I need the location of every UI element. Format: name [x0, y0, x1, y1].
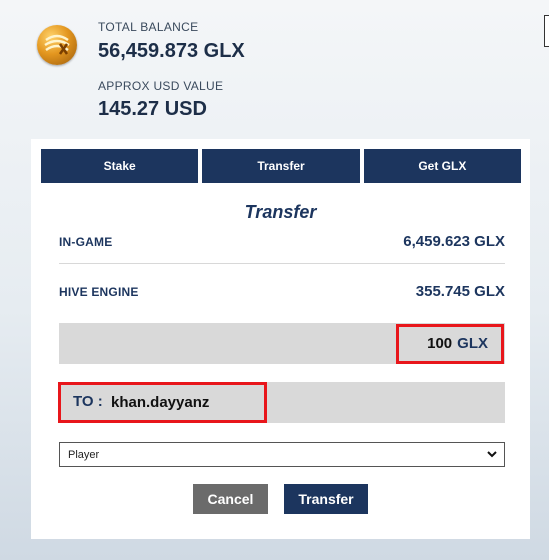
cancel-button[interactable]: Cancel: [193, 484, 268, 514]
hive-engine-label: HIVE ENGINE: [59, 284, 139, 299]
window-edge-fragment: [544, 15, 549, 47]
in-game-label: IN-GAME: [59, 234, 113, 249]
chevron-down-icon: [487, 451, 497, 458]
in-game-balance-row: IN-GAME 6,459.623 GLX: [59, 217, 505, 266]
tab-stake[interactable]: Stake: [41, 149, 199, 183]
hive-engine-balance-row: HIVE ENGINE 355.745 GLX: [59, 267, 505, 316]
select-value: Player: [68, 448, 100, 461]
action-tabs: Stake Transfer Get GLX: [41, 149, 521, 183]
row-divider: [59, 263, 505, 264]
glx-coin-logo: [37, 25, 77, 65]
hive-engine-value: 355.745 GLX: [415, 283, 505, 300]
total-balance-label: TOTAL BALANCE: [98, 20, 199, 34]
wallet-panel: Stake Transfer Get GLX Transfer IN-GAME …: [31, 139, 530, 539]
tab-transfer[interactable]: Transfer: [202, 149, 360, 183]
transfer-button[interactable]: Transfer: [284, 484, 368, 514]
recipient-highlight-box: [58, 382, 267, 423]
total-balance-value: 56,459.873 GLX: [98, 40, 245, 62]
amount-highlight-box: [396, 324, 504, 364]
in-game-value: 6,459.623 GLX: [403, 233, 505, 250]
tab-get-glx[interactable]: Get GLX: [363, 149, 521, 183]
usd-value-label: APPROX USD VALUE: [98, 79, 224, 93]
glx-coin-icon: [44, 34, 70, 55]
recipient-type-select[interactable]: Player: [59, 442, 505, 467]
usd-value: 145.27 USD: [98, 98, 207, 120]
